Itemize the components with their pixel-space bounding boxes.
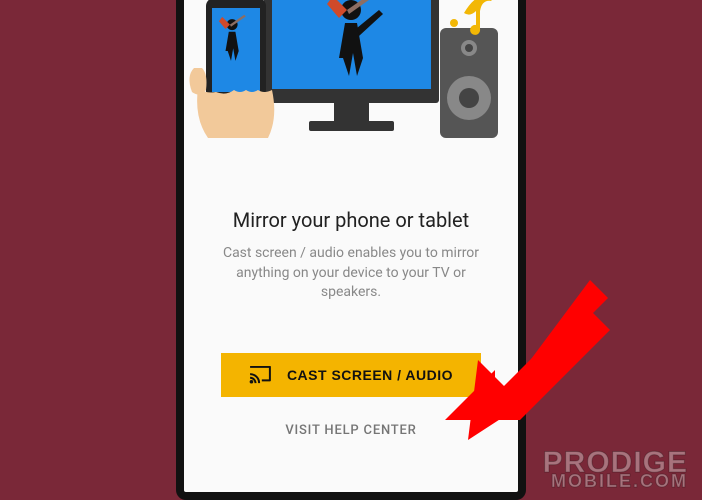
page-title: Mirror your phone or tablet	[233, 208, 469, 232]
page-subtitle: Cast screen / audio enables you to mirro…	[184, 244, 518, 303]
visit-help-center-link[interactable]: VISIT HELP CENTER	[285, 423, 416, 438]
phone-frame: Mirror your phone or tablet Cast screen …	[176, 0, 526, 500]
watermark-line1: PRODIGE	[543, 452, 688, 475]
cast-screen-audio-button[interactable]: CAST SCREEN / AUDIO	[221, 353, 481, 397]
illustration-cast-devices	[184, 0, 518, 198]
watermark-line2: MOBILE.COM	[543, 475, 688, 489]
cast-icon	[249, 366, 271, 384]
watermark: PRODIGE MOBILE.COM	[543, 452, 688, 488]
phone-screen: Mirror your phone or tablet Cast screen …	[184, 0, 518, 492]
cast-button-label: CAST SCREEN / AUDIO	[287, 367, 453, 383]
